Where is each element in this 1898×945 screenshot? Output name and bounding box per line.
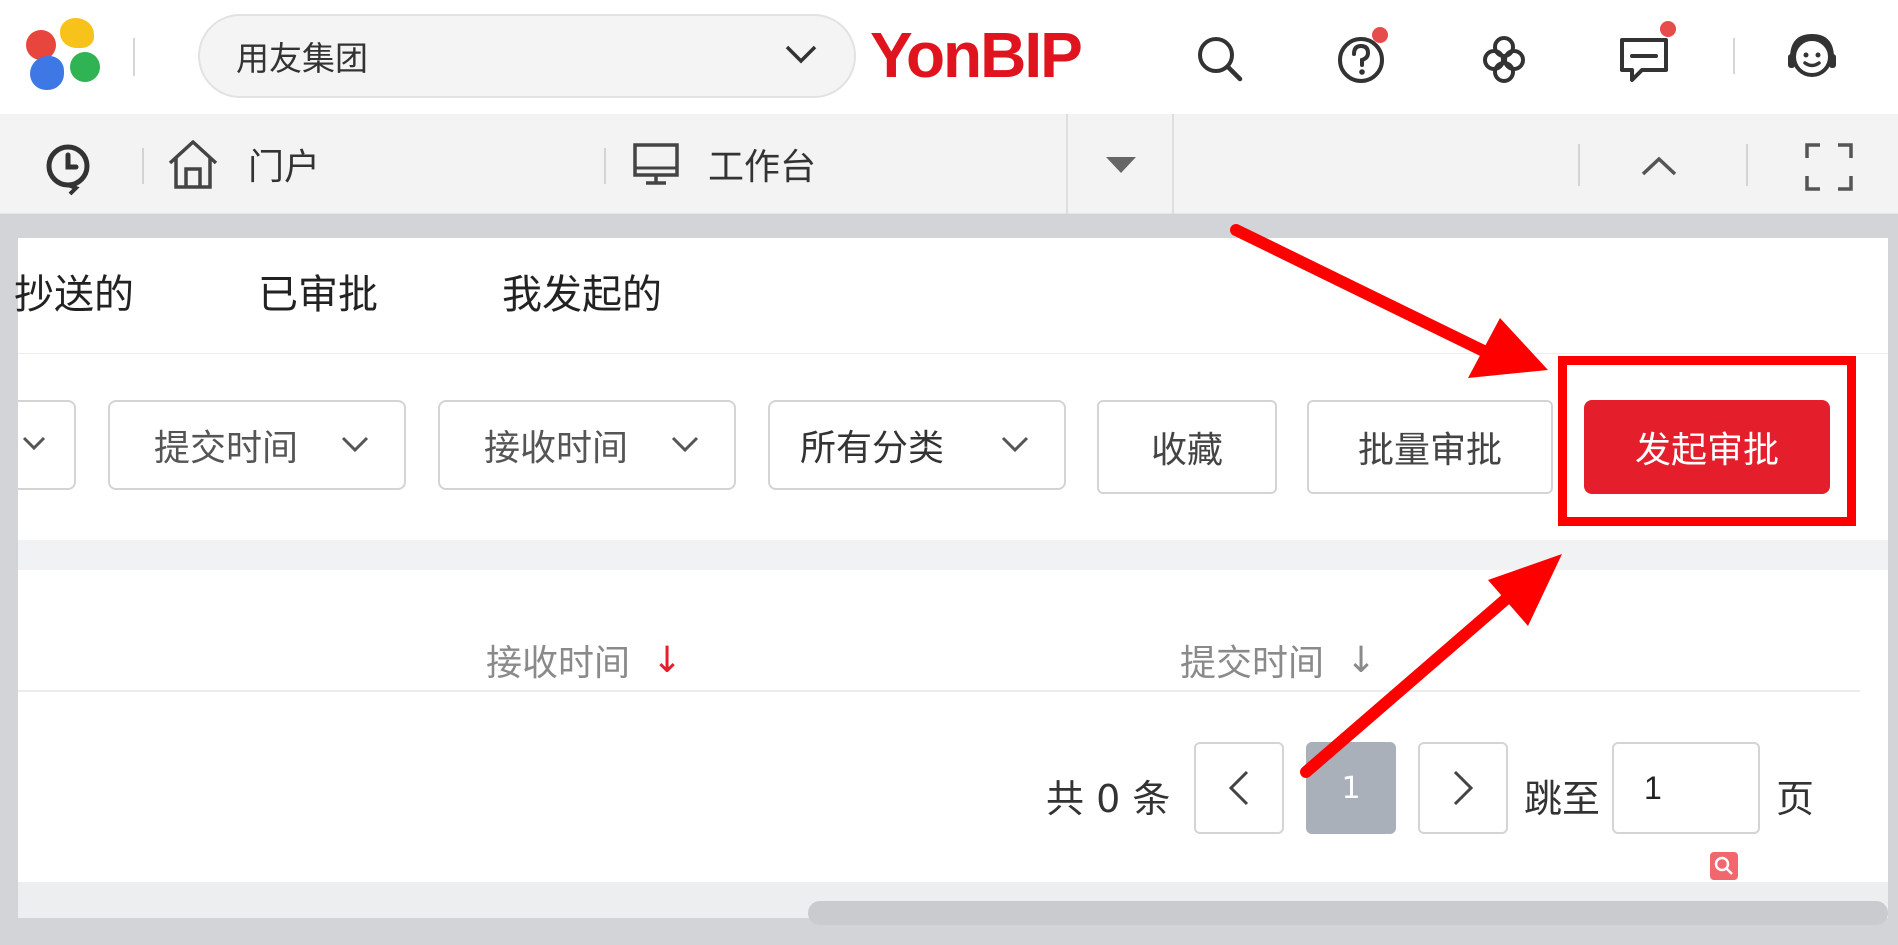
sort-desc-icon: ↓ (652, 639, 683, 681)
annotation-highlight-box (1558, 356, 1856, 526)
sort-icon: ↓ (1346, 639, 1377, 681)
collapse-up-icon[interactable] (1640, 154, 1678, 178)
divider (142, 148, 144, 184)
chevron-down-icon (785, 45, 817, 64)
favorite-button[interactable]: 收藏 (1097, 400, 1277, 494)
tab-label: 工作台 (708, 147, 817, 188)
filter-receive-time[interactable]: 接收时间 (438, 400, 736, 490)
divider (1172, 114, 1174, 214)
divider (1066, 114, 1068, 214)
subtab-cc[interactable]: 抄送的 (14, 262, 134, 320)
subtab-initiated[interactable]: 我发起的 (502, 262, 662, 320)
divider (1578, 144, 1580, 186)
approval-panel: 抄送的 已审批 我发起的 接收时间 ↓ 提交时间 ↓ (14, 238, 1888, 918)
column-received-time[interactable]: 接收时间 ↓ (486, 634, 682, 686)
next-page-button[interactable] (1418, 742, 1508, 834)
apps-icon[interactable] (1476, 30, 1532, 86)
filter-select-partial[interactable] (18, 400, 76, 490)
page-suffix-label: 页 (1776, 777, 1815, 821)
fullscreen-icon[interactable] (1804, 142, 1854, 192)
jump-to-label: 跳至 (1524, 777, 1601, 821)
prev-page-button[interactable] (1194, 742, 1284, 834)
tab-bar: 门户 工作台 (0, 114, 1898, 214)
tab-workbench[interactable]: 工作台 (632, 114, 1052, 214)
brand-logo: YonBIP (870, 19, 1083, 91)
tab-label: 门户 (248, 147, 321, 188)
total-count: 共 0 条 (1046, 777, 1171, 821)
approval-table: 接收时间 ↓ 提交时间 ↓ (18, 570, 1860, 882)
chevron-left-icon (1228, 770, 1249, 806)
home-icon (168, 140, 218, 189)
search-icon[interactable] (1710, 852, 1738, 880)
subtab-approved[interactable]: 已审批 (258, 262, 378, 320)
tabs-dropdown-icon[interactable] (1104, 154, 1138, 176)
monitor-icon (633, 143, 679, 185)
org-select-value: 用友集团 (236, 39, 368, 78)
chevron-down-icon (22, 436, 46, 451)
tab-portal[interactable]: 门户 (166, 114, 586, 214)
chevron-down-icon (1001, 436, 1029, 453)
sub-tabs: 抄送的 已审批 我发起的 (14, 238, 1888, 354)
history-icon[interactable] (42, 140, 98, 196)
divider (1746, 144, 1748, 186)
divider (133, 38, 135, 76)
filter-category[interactable]: 所有分类 (768, 400, 1066, 490)
current-page[interactable]: 1 (1306, 742, 1396, 834)
search-icon[interactable] (1192, 30, 1248, 86)
horizontal-scrollbar[interactable] (808, 901, 1888, 925)
column-submitted-time[interactable]: 提交时间 ↓ (1180, 634, 1376, 686)
jump-page-input[interactable] (1612, 742, 1760, 834)
org-select[interactable]: 用友集团 (198, 14, 856, 98)
top-bar: 用友集团 YonBIP (0, 0, 1898, 114)
help-icon[interactable] (1334, 27, 1390, 86)
batch-approve-button[interactable]: 批量审批 (1307, 400, 1553, 494)
divider (1733, 38, 1735, 74)
divider (604, 148, 606, 184)
chevron-right-icon (1453, 770, 1474, 806)
chevron-down-icon (341, 436, 369, 453)
chevron-down-icon (671, 436, 699, 453)
filter-submit-time[interactable]: 提交时间 (108, 400, 406, 490)
divider (18, 540, 1888, 570)
table-header: 接收时间 ↓ 提交时间 ↓ (18, 570, 1860, 692)
message-icon[interactable] (1616, 21, 1676, 86)
customer-service-icon[interactable] (1784, 30, 1840, 86)
app-logo[interactable] (26, 18, 106, 94)
